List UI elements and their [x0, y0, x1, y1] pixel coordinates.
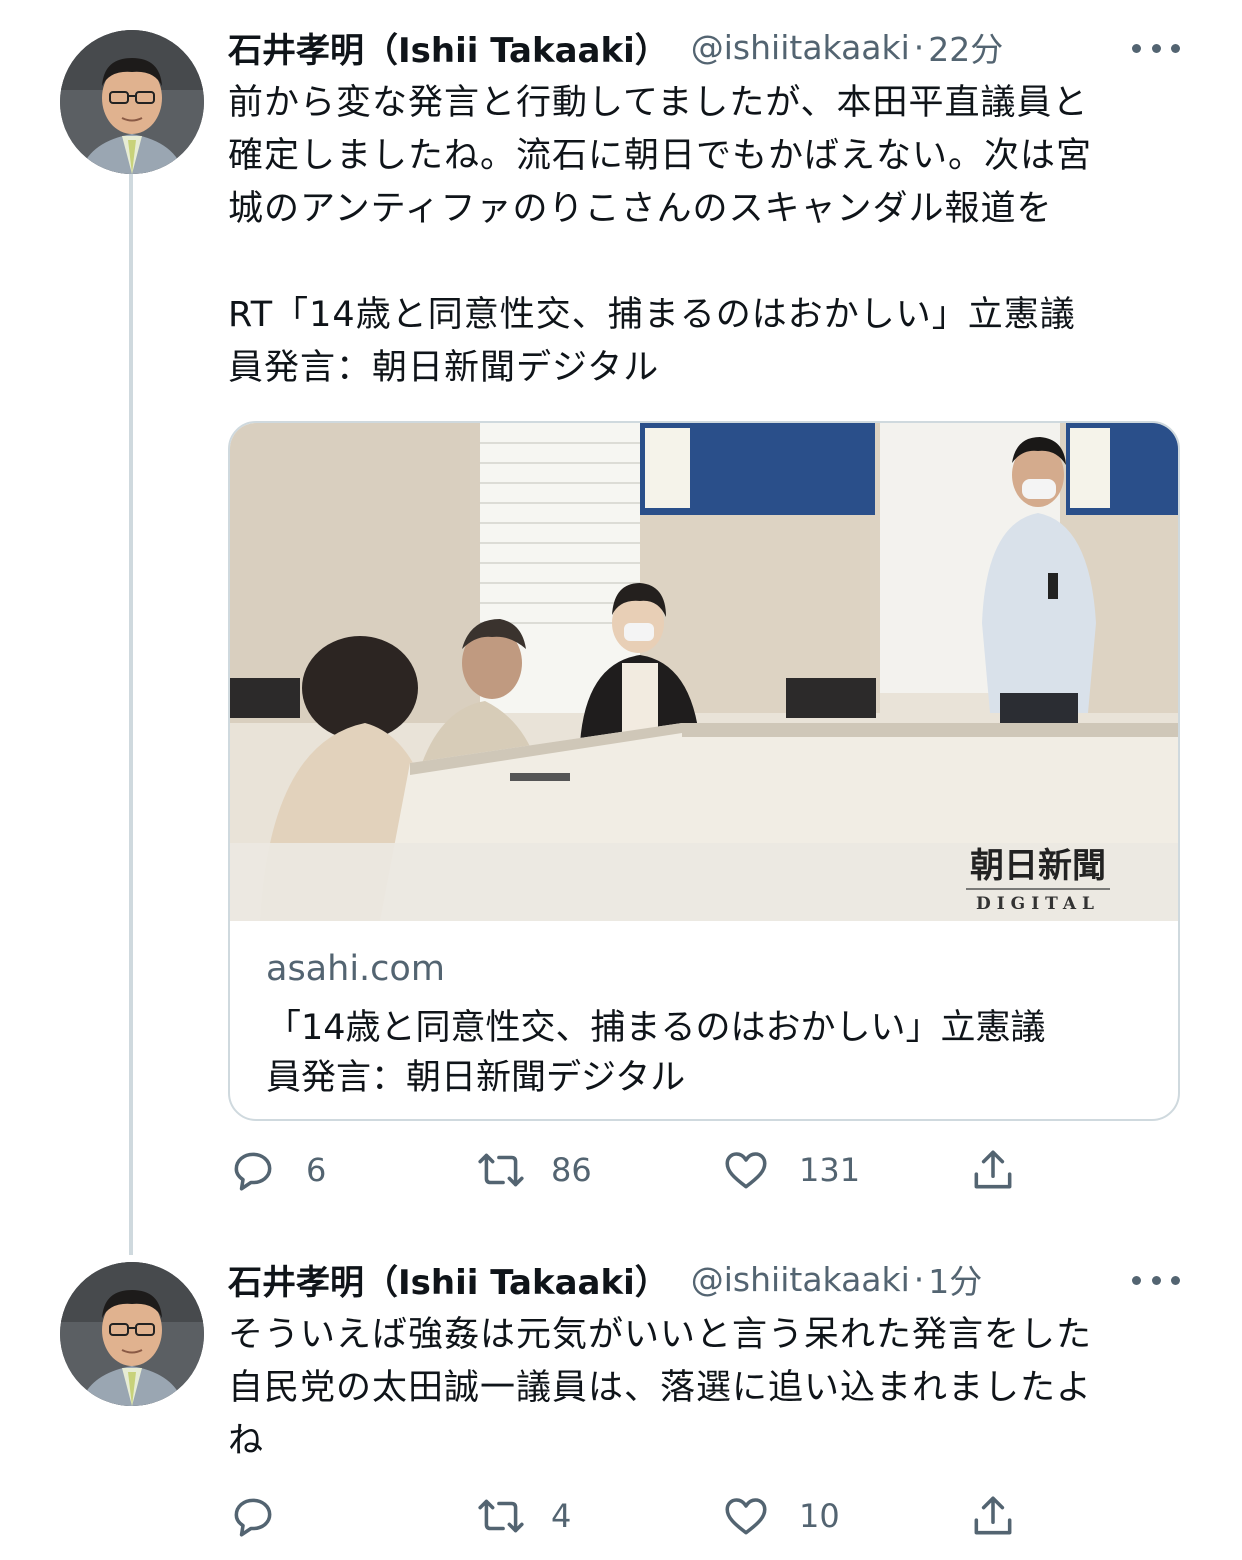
author-name[interactable]: 石井孝明（Ishii Takaaki） — [228, 1255, 669, 1304]
reply-button[interactable]: 6 — [228, 1142, 326, 1198]
tweet-text: 前から変な発言と行動してましたが、本田平直議員と 確定しましたね。流石に朝日でも… — [228, 77, 1188, 395]
share-button[interactable] — [968, 1488, 1018, 1544]
retweet-count: 4 — [551, 1497, 572, 1535]
card-title-line: 「14歳と同意性交、捕まるのはおかしい」立憲議 — [266, 1008, 1046, 1048]
tweet-text: そういえば強姦は元気がいいと言う呆れた発言をした 自民党の太田誠一議員は、落選に… — [228, 1309, 1188, 1468]
tweet-text-line: 確定しましたね。流石に朝日でもかばえない。次は宮 — [228, 136, 1093, 176]
link-preview-card[interactable]: 朝日新聞 DIGITAL asahi.com 「14歳と同意性交、捕まるのはおか… — [228, 421, 1180, 1121]
tweet-timestamp[interactable]: 22分 — [928, 23, 1003, 71]
card-logo-subtext: DIGITAL — [976, 894, 1100, 914]
retweet-count: 86 — [551, 1151, 592, 1189]
reply-count: 6 — [306, 1151, 327, 1189]
tweet-text-line: RT「14歳と同意性交、捕まるのはおかしい」立憲議 — [228, 295, 1076, 335]
card-title-line: 員発言：朝日新聞デジタル — [266, 1058, 686, 1098]
card-logo-text: 朝日新聞 — [970, 846, 1106, 886]
tweet-text-line: そういえば強姦は元気がいいと言う呆れた発言をした — [228, 1315, 1093, 1355]
thread-connector-line — [129, 170, 133, 1255]
tweet-header: 石井孝明（Ishii Takaaki） @ishiitakaaki · 22分 — [228, 22, 1188, 72]
tweet-text-line — [228, 236, 1188, 289]
retweet-icon — [478, 1153, 524, 1187]
like-icon — [725, 1498, 767, 1535]
tweet-text-line: 前から変な発言と行動してましたが、本田平直議員と — [228, 83, 1089, 123]
card-image: 朝日新聞 DIGITAL — [230, 423, 1178, 921]
share-icon — [974, 1496, 1012, 1535]
more-icon[interactable] — [1132, 33, 1180, 63]
header-separator: · — [913, 27, 925, 67]
like-count: 10 — [799, 1497, 840, 1535]
share-icon — [974, 1150, 1012, 1189]
tweet-actions: 6 86 131 — [228, 1142, 1048, 1198]
tweet-text-line: ね — [228, 1421, 265, 1461]
tweet-text-line: 城のアンティファのりこさんのスキャンダル報道を — [228, 189, 1053, 229]
avatar[interactable] — [60, 1262, 204, 1406]
like-button[interactable]: 131 — [721, 1142, 860, 1198]
retweet-icon — [478, 1499, 524, 1533]
avatar-image — [60, 1262, 204, 1406]
author-handle[interactable]: @ishiitakaaki — [691, 1260, 910, 1299]
like-button[interactable]: 10 — [721, 1488, 840, 1544]
more-icon[interactable] — [1132, 1265, 1180, 1295]
author-handle[interactable]: @ishiitakaaki — [691, 28, 910, 67]
reply-button[interactable] — [228, 1488, 306, 1544]
card-domain: asahi.com — [266, 949, 445, 989]
tweet-header: 石井孝明（Ishii Takaaki） @ishiitakaaki · 1分 — [228, 1254, 1188, 1304]
like-icon — [725, 1152, 767, 1189]
reply-icon — [234, 1498, 272, 1537]
tweet-text-line: 員発言：朝日新聞デジタル — [228, 348, 660, 388]
retweet-button[interactable]: 86 — [473, 1142, 592, 1198]
author-name[interactable]: 石井孝明（Ishii Takaaki） — [228, 23, 669, 72]
reply-icon — [234, 1152, 272, 1191]
tweet-actions: 4 10 — [228, 1488, 1048, 1544]
retweet-button[interactable]: 4 — [473, 1488, 571, 1544]
avatar-image — [60, 30, 204, 174]
header-separator: · — [913, 1259, 925, 1299]
tweet-timestamp[interactable]: 1分 — [928, 1255, 982, 1303]
like-count: 131 — [799, 1151, 861, 1189]
share-button[interactable] — [968, 1142, 1018, 1198]
card-title: 「14歳と同意性交、捕まるのはおかしい」立憲議 員発言：朝日新聞デジタル — [266, 1003, 1146, 1103]
tweet-text-line: 自民党の太田誠一議員は、落選に追い込まれましたよ — [228, 1368, 1093, 1408]
avatar[interactable] — [60, 30, 204, 174]
